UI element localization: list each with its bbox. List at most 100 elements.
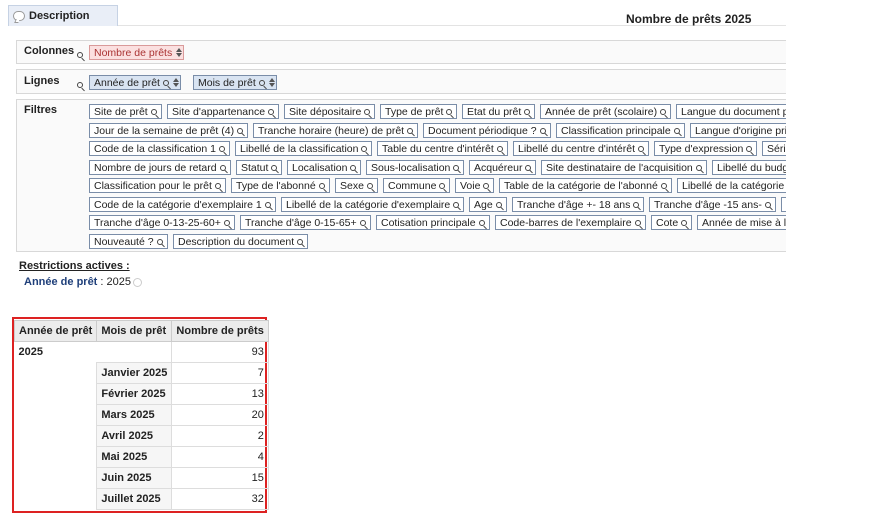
search-icon[interactable]: [695, 164, 702, 171]
search-icon[interactable]: [483, 183, 490, 190]
filter-chip[interactable]: Etat du prêt: [462, 104, 536, 119]
search-icon[interactable]: [223, 220, 230, 227]
search-icon[interactable]: [271, 164, 278, 171]
search-icon[interactable]: [350, 164, 357, 171]
filter-chip[interactable]: Tranche horaire (heure) de prêt: [253, 122, 419, 138]
search-icon[interactable]: [214, 183, 221, 190]
search-icon[interactable]: [524, 109, 531, 116]
search-icon[interactable]: [478, 220, 485, 227]
filter-chip[interactable]: Langue du document prêté: [676, 104, 786, 119]
filter-chip[interactable]: Classification principale: [556, 122, 685, 138]
search-icon[interactable]: [446, 109, 453, 116]
filter-chip[interactable]: Libellé de la catégorie d'exemplaire: [281, 196, 465, 212]
filter-chip[interactable]: Description du document: [173, 233, 309, 249]
filter-chip[interactable]: Tranche d'âge -15 ans-: [649, 196, 776, 212]
search-icon[interactable]: [439, 183, 446, 190]
search-icon[interactable]: [660, 183, 667, 190]
search-icon[interactable]: [162, 80, 169, 87]
filter-chip[interactable]: Libellé de la classification: [235, 141, 373, 156]
search-icon[interactable]: [150, 109, 157, 116]
search-icon[interactable]: [525, 164, 532, 171]
filter-chip[interactable]: Année de mise à l'inventaire: [697, 215, 786, 230]
filter-chip[interactable]: Localisation: [287, 159, 362, 175]
colonnes-search-icon[interactable]: [77, 52, 83, 59]
search-icon[interactable]: [264, 201, 271, 208]
filter-chip[interactable]: Code de la classification 1: [89, 141, 230, 156]
filter-chip[interactable]: Cotisation principale: [376, 215, 490, 230]
filter-chip[interactable]: Age: [469, 196, 507, 212]
filter-chip[interactable]: Type d'expression: [654, 141, 758, 156]
colonne-chip-nombre-de-prets[interactable]: Nombre de prêts: [89, 45, 185, 60]
search-icon[interactable]: [407, 127, 414, 134]
search-icon[interactable]: [660, 109, 667, 116]
search-icon[interactable]: [297, 238, 304, 245]
header-annee-de-pret[interactable]: Année de prêt: [13, 320, 98, 342]
header-nombre-de-prets[interactable]: Nombre de prêts: [171, 320, 269, 342]
filter-chip[interactable]: Tranche d'âge 0-13-25-60+: [89, 215, 235, 230]
filter-chip[interactable]: Site destinataire de l'acquisition: [541, 159, 707, 175]
filter-chip[interactable]: Nouveauté ?: [89, 233, 168, 249]
header-mois-de-pret[interactable]: Mois de prêt: [96, 320, 173, 342]
search-icon[interactable]: [764, 201, 771, 208]
search-icon[interactable]: [633, 201, 640, 208]
filter-chip[interactable]: Commune: [383, 178, 451, 193]
filter-chip[interactable]: Libellé du budget: [712, 159, 786, 175]
search-icon[interactable]: [496, 146, 503, 153]
filter-chip[interactable]: Sexe: [335, 178, 378, 193]
filter-chip[interactable]: Site d'appartenance: [167, 104, 280, 119]
lignes-search-icon[interactable]: [77, 82, 83, 89]
filter-chip[interactable]: Document périodique ?: [423, 122, 551, 138]
filter-chip[interactable]: Code-barres de l'exemplaire: [495, 215, 646, 230]
search-icon[interactable]: [361, 146, 368, 153]
restriction-key[interactable]: Année de prêt: [24, 276, 97, 288]
search-icon[interactable]: [453, 164, 460, 171]
ligne-chip-mois-de-pret[interactable]: Mois de prêt: [193, 75, 277, 90]
filter-chip[interactable]: Code de la catégorie d'exemplaire 1: [89, 196, 276, 212]
filter-chip[interactable]: Type de l'abonné: [231, 178, 330, 193]
search-icon[interactable]: [638, 146, 644, 153]
filter-chip[interactable]: [781, 196, 786, 212]
search-icon[interactable]: [634, 220, 641, 227]
search-icon[interactable]: [219, 146, 225, 153]
search-icon[interactable]: [366, 183, 373, 190]
filter-chip[interactable]: Statut: [236, 159, 283, 175]
filter-chip[interactable]: Tranche d'âge +- 18 ans: [512, 196, 645, 212]
filter-chip-label: Libellé de la catégorie d'exemplaire: [286, 198, 451, 211]
search-icon[interactable]: [364, 109, 371, 116]
filter-chip[interactable]: Jour de la semaine de prêt (4): [89, 122, 249, 138]
filter-chip[interactable]: Année de prêt (scolaire): [540, 104, 672, 119]
filter-chip[interactable]: Libellé du centre d'intérêt: [513, 141, 649, 156]
search-icon[interactable]: [219, 164, 226, 171]
filter-chip[interactable]: Série: [762, 141, 786, 156]
search-icon[interactable]: [359, 220, 366, 227]
filter-chip[interactable]: Table de la catégorie de l'abonné: [499, 178, 672, 193]
filter-chip-label: Série: [767, 143, 786, 155]
filter-chip[interactable]: Type de prêt: [380, 104, 458, 119]
filter-chip[interactable]: Acquéreur: [469, 159, 537, 175]
info-icon[interactable]: [133, 277, 143, 287]
search-icon[interactable]: [156, 238, 163, 245]
search-icon[interactable]: [746, 146, 753, 153]
filter-chip[interactable]: Site dépositaire: [284, 104, 376, 119]
filter-chip[interactable]: Sous-localisation: [366, 159, 465, 175]
filter-chip[interactable]: Libellé de la catégorie: [677, 178, 786, 193]
search-icon[interactable]: [453, 201, 460, 208]
search-icon[interactable]: [318, 183, 325, 190]
filter-chip[interactable]: Table du centre d'intérêt: [377, 141, 508, 156]
search-icon[interactable]: [673, 127, 680, 134]
search-icon[interactable]: [495, 201, 502, 208]
search-icon[interactable]: [258, 80, 265, 87]
filter-chip[interactable]: Voie: [455, 178, 495, 193]
filter-chip[interactable]: Site de prêt: [89, 104, 162, 119]
search-icon[interactable]: [237, 127, 244, 134]
search-icon[interactable]: [539, 127, 546, 134]
filter-chip[interactable]: Classification pour le prêt: [89, 178, 226, 193]
filter-chip[interactable]: Nombre de jours de retard: [89, 159, 231, 175]
filter-chip[interactable]: Cote: [651, 215, 693, 230]
description-tab[interactable]: Description: [8, 5, 118, 26]
search-icon[interactable]: [268, 109, 275, 116]
filter-chip[interactable]: Langue d'origine principale: [690, 122, 786, 138]
ligne-chip-annee-de-pret[interactable]: Année de prêt: [89, 75, 181, 90]
search-icon[interactable]: [681, 220, 688, 227]
filter-chip[interactable]: Tranche d'âge 0-15-65+: [240, 215, 371, 230]
